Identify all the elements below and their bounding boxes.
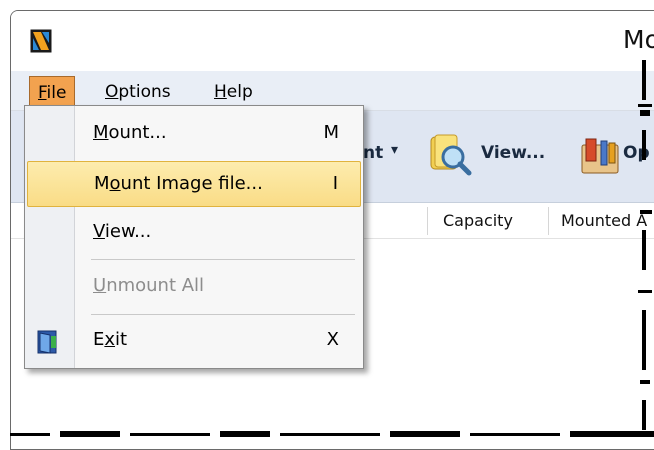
column-separator[interactable] [427,207,428,235]
menu-item-mount[interactable]: Mount... M [27,111,361,157]
menu-separator [91,259,355,260]
mount-button-label[interactable]: nt [363,143,383,163]
window-title: Mo [623,25,654,54]
menu-item-view[interactable]: View... [27,210,361,256]
file-menu-dropdown: Mount... M Mount Image file... I View...… [24,105,364,369]
column-separator[interactable] [548,207,549,235]
column-capacity[interactable]: Capacity [443,211,513,230]
menu-item-mount-image-label: Mount Image file... [94,173,263,194]
view-button-label[interactable]: View... [481,143,545,163]
menu-item-mount-image-shortcut: I [332,173,338,194]
menu-help-label: elp [226,82,253,102]
menu-item-exit-label: Exit [93,329,128,350]
app-logo-icon [30,29,52,53]
menu-item-exit-shortcut: X [326,329,339,350]
window-edge-artifact [638,60,652,430]
menu-item-exit[interactable]: Exit X [27,318,361,364]
mount-dropdown-arrow-icon[interactable]: ▾ [391,142,398,158]
menu-item-mount-label: Mount... [93,122,167,143]
menu-separator [91,314,355,315]
exit-door-icon [37,330,57,354]
menu-item-unmount-all-label: Unmount All [93,275,205,296]
menu-file-accel: F [38,83,47,103]
menu-options-label: ptions [118,82,171,102]
menu-help-accel: H [214,82,227,102]
column-mounted[interactable]: Mounted A [561,211,647,230]
menu-item-mount-shortcut: M [323,122,339,143]
options-tools-icon[interactable] [581,137,621,175]
menu-file-label: ile [46,83,67,103]
view-magnifier-icon[interactable] [429,133,475,177]
menu-help[interactable]: Help [206,76,261,108]
window-edge-artifact [10,431,654,437]
menu-options[interactable]: Options [97,76,179,108]
menu-options-accel: O [105,82,119,102]
menu-item-mount-image[interactable]: Mount Image file... I [27,161,361,207]
title-bar[interactable]: Mo [11,11,654,71]
menu-item-view-label: View... [93,221,152,242]
menu-file[interactable]: File [29,76,76,108]
menu-item-unmount-all: Unmount All [27,264,361,310]
